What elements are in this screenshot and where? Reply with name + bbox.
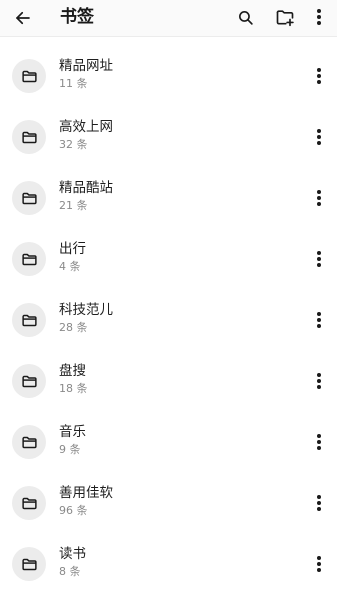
folder-item[interactable]: 善用佳软 96 条	[0, 464, 337, 525]
bookmarks-screen: 书签 精品网址 11 条 高效上网 32 条 精品酷站 21 条 出行 4 条 …	[0, 0, 337, 600]
folder-name: 读书	[59, 546, 86, 562]
folder-name: 精品网址	[59, 58, 113, 74]
folder-name: 高效上网	[59, 119, 113, 135]
folder-count: 9 条	[59, 443, 81, 456]
more-vertical-icon	[317, 434, 321, 450]
folder-more-button[interactable]	[308, 126, 330, 148]
folder-name: 精品酷站	[59, 180, 113, 196]
folder-name: 音乐	[59, 424, 86, 440]
folder-count: 11 条	[59, 77, 88, 90]
folder-count: 96 条	[59, 504, 88, 517]
folder-icon	[21, 253, 37, 265]
top-app-bar: 书签	[0, 0, 337, 36]
back-button[interactable]	[12, 7, 34, 29]
more-vertical-icon	[317, 190, 321, 206]
more-vertical-icon	[317, 129, 321, 145]
folder-name: 科技范儿	[59, 302, 113, 318]
folder-item[interactable]: 精品网址 11 条	[0, 37, 337, 98]
folder-name: 盘搜	[59, 363, 86, 379]
folder-name: 出行	[59, 241, 86, 257]
folder-avatar	[12, 181, 46, 215]
folder-more-button[interactable]	[308, 553, 330, 575]
folder-icon	[21, 192, 37, 204]
folder-icon	[21, 131, 37, 143]
more-options-button[interactable]	[308, 6, 330, 28]
folder-count: 32 条	[59, 138, 88, 151]
folder-icon	[21, 558, 37, 570]
folder-count: 21 条	[59, 199, 88, 212]
folder-more-button[interactable]	[308, 492, 330, 514]
folder-item[interactable]: 精品酷站 21 条	[0, 159, 337, 220]
folder-avatar	[12, 364, 46, 398]
folder-item[interactable]: 读书 8 条	[0, 525, 337, 586]
folder-more-button[interactable]	[308, 370, 330, 392]
more-vertical-icon	[317, 556, 321, 572]
more-vertical-icon	[317, 251, 321, 267]
more-vertical-icon	[317, 9, 321, 25]
more-vertical-icon	[317, 373, 321, 389]
folder-more-button[interactable]	[308, 187, 330, 209]
folder-avatar	[12, 486, 46, 520]
folder-more-button[interactable]	[308, 431, 330, 453]
folder-plus-icon	[276, 10, 294, 27]
folder-count: 4 条	[59, 260, 81, 273]
folder-icon	[21, 314, 37, 326]
add-folder-button[interactable]	[274, 6, 296, 28]
more-vertical-icon	[317, 495, 321, 511]
search-icon	[238, 10, 253, 25]
folder-avatar	[12, 242, 46, 276]
folder-item[interactable]: 盘搜 18 条	[0, 342, 337, 403]
folder-item[interactable]: 高效上网 32 条	[0, 98, 337, 159]
folder-avatar	[12, 425, 46, 459]
folder-icon	[21, 70, 37, 82]
more-vertical-icon	[317, 68, 321, 84]
search-button[interactable]	[234, 6, 256, 28]
folder-item[interactable]: 科技范儿 28 条	[0, 281, 337, 342]
folder-icon	[21, 497, 37, 509]
folder-more-button[interactable]	[308, 309, 330, 331]
arrow-left-icon	[16, 11, 30, 25]
page-title: 书签	[60, 7, 94, 27]
folder-icon	[21, 436, 37, 448]
folder-icon	[21, 375, 37, 387]
folder-count: 8 条	[59, 565, 81, 578]
folder-avatar	[12, 303, 46, 337]
folder-avatar	[12, 547, 46, 581]
folder-name: 善用佳软	[59, 485, 113, 501]
folder-item[interactable]: 出行 4 条	[0, 220, 337, 281]
folder-count: 18 条	[59, 382, 88, 395]
folder-item[interactable]: 音乐 9 条	[0, 403, 337, 464]
folder-list: 精品网址 11 条 高效上网 32 条 精品酷站 21 条 出行 4 条 科技范…	[0, 37, 337, 586]
folder-more-button[interactable]	[308, 65, 330, 87]
more-vertical-icon	[317, 312, 321, 328]
folder-avatar	[12, 59, 46, 93]
folder-more-button[interactable]	[308, 248, 330, 270]
folder-avatar	[12, 120, 46, 154]
folder-count: 28 条	[59, 321, 88, 334]
